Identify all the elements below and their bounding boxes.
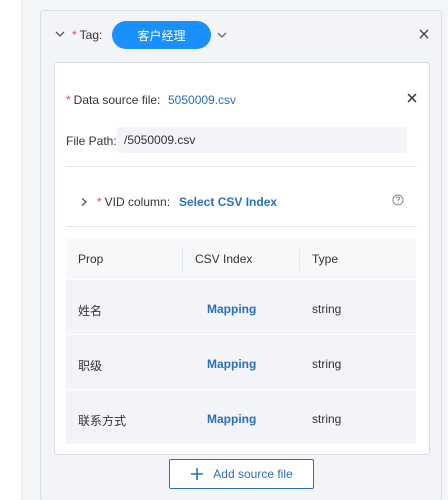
data-source-file-link[interactable]: 5050009.csv xyxy=(168,93,236,107)
required-mark: * xyxy=(66,93,71,107)
file-path-label: File Path: xyxy=(66,134,117,148)
vid-column-label: * VID column: xyxy=(97,195,170,209)
prop-cell: 联系方式 xyxy=(78,414,127,428)
type-cell: string xyxy=(312,357,342,371)
collapse-chevron-down-icon[interactable] xyxy=(54,28,66,40)
help-icon[interactable] xyxy=(392,194,404,206)
divider xyxy=(66,166,417,167)
table-row: 职级 Mapping string xyxy=(66,334,416,389)
column-header-type: Type xyxy=(312,252,339,266)
divider xyxy=(66,226,417,227)
tag-select-value[interactable]: 客户经理 xyxy=(112,21,211,49)
tag-card: * Tag: 客户经理 * Data source file: 5050009.cs… xyxy=(40,10,442,500)
remove-tag-close-icon[interactable] xyxy=(417,27,431,41)
tag-label-text: Tag: xyxy=(79,28,103,42)
table-row: 联系方式 Mapping string xyxy=(66,389,416,444)
mapping-link[interactable]: Mapping xyxy=(207,302,256,316)
vid-expand-chevron-right-icon[interactable] xyxy=(79,197,89,207)
prop-mapping-table: Prop CSV Index Type 姓名 Mapping string 职级… xyxy=(66,238,416,444)
add-source-file-button[interactable]: Add source file xyxy=(169,459,314,489)
page-left-edge xyxy=(0,0,22,500)
data-source-label-text: Data source file: xyxy=(73,93,161,107)
type-cell: string xyxy=(312,302,342,316)
prop-cell: 姓名 xyxy=(78,304,103,318)
add-source-file-label: Add source file xyxy=(213,467,293,481)
select-csv-index-link[interactable]: Select CSV Index xyxy=(179,195,277,209)
column-separator xyxy=(299,249,300,271)
mapping-link[interactable]: Mapping xyxy=(207,357,256,371)
tag-value-text: 客户经理 xyxy=(137,28,186,43)
file-path-input[interactable] xyxy=(117,127,407,153)
mapping-link[interactable]: Mapping xyxy=(207,412,256,426)
remove-data-source-close-icon[interactable] xyxy=(405,91,419,105)
data-source-card: * Data source file: 5050009.csv File Path… xyxy=(54,62,430,455)
prop-cell: 职级 xyxy=(78,359,103,373)
column-header-prop: Prop xyxy=(78,252,104,266)
required-mark: * xyxy=(97,195,102,209)
table-row: 姓名 Mapping string xyxy=(66,279,416,334)
vid-column-label-text: VID column: xyxy=(104,195,171,209)
tag-label: * Tag: xyxy=(72,28,102,42)
column-separator xyxy=(182,249,183,271)
data-source-label: * Data source file: xyxy=(66,93,160,107)
table-header: Prop CSV Index Type xyxy=(66,238,416,279)
plus-icon xyxy=(191,468,204,480)
column-header-csv-index: CSV Index xyxy=(195,252,253,266)
tag-dropdown-chevron-down-icon[interactable] xyxy=(216,29,228,41)
required-mark: * xyxy=(72,28,77,42)
type-cell: string xyxy=(312,412,342,426)
